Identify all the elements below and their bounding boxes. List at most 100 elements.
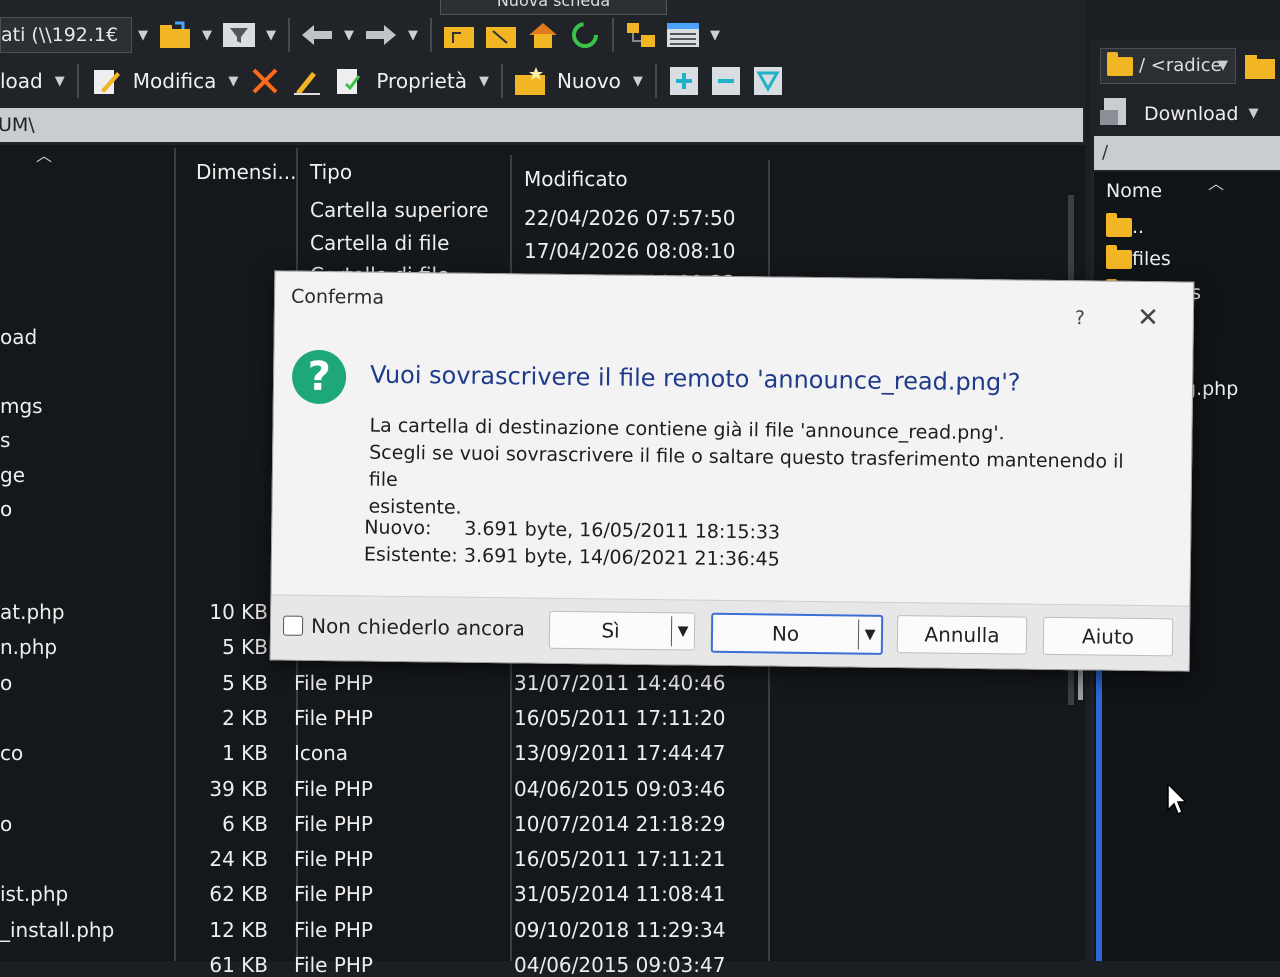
properties-icon[interactable] [332, 64, 366, 98]
row-type[interactable]: File PHP [294, 847, 373, 871]
chevron-down-icon[interactable]: ▼ [670, 616, 695, 647]
row-modified[interactable]: 31/05/2014 11:08:41 [514, 882, 725, 906]
close-icon[interactable]: ✕ [1137, 303, 1159, 333]
chevron-down-icon[interactable]: ▼ [266, 28, 276, 43]
row-name[interactable]: o [0, 497, 12, 521]
chevron-down-icon[interactable]: ▼ [408, 28, 418, 43]
chevron-down-icon[interactable]: ▼ [202, 28, 212, 43]
row-size[interactable]: 5 KB [188, 635, 268, 659]
row-type[interactable]: File PHP [294, 706, 373, 730]
row-modified[interactable]: 16/05/2011 17:11:21 [514, 847, 725, 871]
minus-icon[interactable] [709, 64, 743, 98]
remote-item-parent[interactable]: .. [1106, 213, 1144, 238]
row-modified[interactable]: 09/10/2018 11:29:34 [514, 918, 725, 942]
row-modified[interactable]: 17/04/2026 08:08:10 [524, 239, 735, 263]
column-header-name[interactable]: Nome [1106, 180, 1162, 202]
row-modified[interactable]: 13/09/2011 17:44:47 [514, 741, 725, 765]
chevron-down-icon[interactable]: ▼ [1248, 106, 1258, 121]
row-size[interactable]: 61 KB [188, 953, 268, 977]
root-folder-icon[interactable] [484, 18, 518, 52]
no-button[interactable]: No ▼ [710, 612, 884, 655]
back-arrow-icon[interactable] [300, 18, 334, 52]
row-name[interactable]: at.php [0, 600, 65, 624]
row-modified[interactable]: 10/07/2014 21:18:29 [514, 812, 725, 836]
plus-icon[interactable] [667, 64, 701, 98]
edit-icon[interactable] [89, 64, 123, 98]
rename-icon[interactable] [290, 64, 324, 98]
chevron-down-icon[interactable]: ▼ [857, 619, 882, 650]
remote-item-files[interactable]: files [1106, 245, 1171, 270]
remote-path-select[interactable]: / <radice [1100, 48, 1236, 84]
delete-icon[interactable] [248, 64, 282, 98]
row-size[interactable]: 6 KB [188, 812, 268, 836]
row-type[interactable]: File PHP [294, 812, 373, 836]
cancel-button[interactable]: Annulla [896, 615, 1028, 655]
view-mode-icon[interactable] [666, 18, 700, 52]
upload-button[interactable]: load [0, 69, 43, 93]
chevron-down-icon[interactable]: ▼ [228, 74, 238, 89]
chevron-down-icon[interactable]: ▼ [633, 74, 643, 89]
row-size[interactable]: 24 KB [188, 847, 268, 871]
dont-ask-checkbox[interactable]: Non chiederlo ancora [282, 614, 525, 640]
help-icon[interactable]: ? [1075, 307, 1085, 329]
row-name[interactable]: co [0, 741, 23, 765]
row-type[interactable]: Cartella di file [310, 231, 449, 255]
column-header-size[interactable]: Dimensi... [196, 148, 296, 196]
parent-folder-icon[interactable] [442, 18, 476, 52]
row-modified[interactable]: 31/07/2011 14:40:46 [514, 671, 725, 695]
column-header-type[interactable]: Tipo [310, 148, 352, 196]
forward-arrow-icon[interactable] [364, 18, 398, 52]
column-header-modified[interactable]: Modificato [524, 155, 628, 203]
row-size[interactable]: 39 KB [188, 777, 268, 801]
row-name[interactable]: ge [0, 463, 25, 487]
yes-button[interactable]: Sì ▼ [548, 610, 696, 651]
row-name[interactable]: o [0, 812, 12, 836]
edit-button[interactable]: Modifica [133, 69, 217, 93]
properties-button[interactable]: Proprietà [376, 69, 467, 93]
checkbox-box[interactable] [282, 615, 304, 636]
help-button[interactable]: Aiuto [1042, 616, 1174, 657]
row-type[interactable]: File PHP [294, 882, 373, 906]
row-type[interactable]: Icona [294, 741, 348, 765]
row-size[interactable]: 2 KB [188, 706, 268, 730]
row-name[interactable]: s [0, 428, 10, 452]
local-address-bar[interactable]: UM\ [0, 108, 1083, 142]
remote-address-bar[interactable]: / [1094, 136, 1280, 170]
row-size[interactable]: 1 KB [188, 741, 268, 765]
row-name[interactable]: ist.php [0, 882, 68, 906]
row-modified[interactable]: 22/04/2026 07:57:50 [524, 206, 735, 230]
filter-mask-icon[interactable] [751, 64, 785, 98]
chevron-down-icon[interactable]: ▼ [55, 74, 65, 89]
row-size[interactable]: 62 KB [188, 882, 268, 906]
row-type[interactable]: File PHP [294, 953, 373, 977]
row-name[interactable]: oad [0, 325, 37, 349]
row-name[interactable]: n.php [0, 635, 57, 659]
local-path-select[interactable]: ati (\\192.1€ [0, 17, 132, 53]
row-modified[interactable]: 04/06/2015 09:03:46 [514, 777, 725, 801]
chevron-down-icon[interactable]: ▼ [344, 28, 354, 43]
row-size[interactable]: 10 KB [188, 600, 268, 624]
open-folder-icon[interactable] [158, 18, 192, 52]
row-name[interactable]: mgs [0, 394, 43, 418]
open-folder-icon[interactable] [1244, 50, 1276, 84]
row-type[interactable]: File PHP [294, 671, 373, 695]
row-name[interactable]: o [0, 671, 12, 695]
new-folder-icon[interactable] [513, 64, 547, 98]
new-button[interactable]: Nuovo [557, 69, 621, 93]
tree-view-icon[interactable] [624, 18, 658, 52]
chevron-down-icon[interactable]: ▼ [479, 74, 489, 89]
row-modified[interactable]: 16/05/2011 17:11:20 [514, 706, 725, 730]
refresh-icon[interactable] [568, 18, 602, 52]
row-type[interactable]: Cartella superiore [310, 198, 489, 222]
row-type[interactable]: File PHP [294, 777, 373, 801]
chevron-down-icon[interactable]: ▼ [138, 28, 148, 43]
filter-icon[interactable] [222, 18, 256, 52]
chevron-down-icon[interactable]: ▼ [710, 28, 720, 43]
chevron-down-icon[interactable]: ▼ [1218, 58, 1228, 73]
home-icon[interactable] [526, 18, 560, 52]
row-modified[interactable]: 04/06/2015 09:03:47 [514, 953, 725, 977]
row-size[interactable]: 12 KB [188, 918, 268, 942]
row-size[interactable]: 5 KB [188, 671, 268, 695]
row-name[interactable]: _install.php [0, 918, 114, 942]
download-button[interactable]: Download ▼ [1100, 96, 1258, 131]
